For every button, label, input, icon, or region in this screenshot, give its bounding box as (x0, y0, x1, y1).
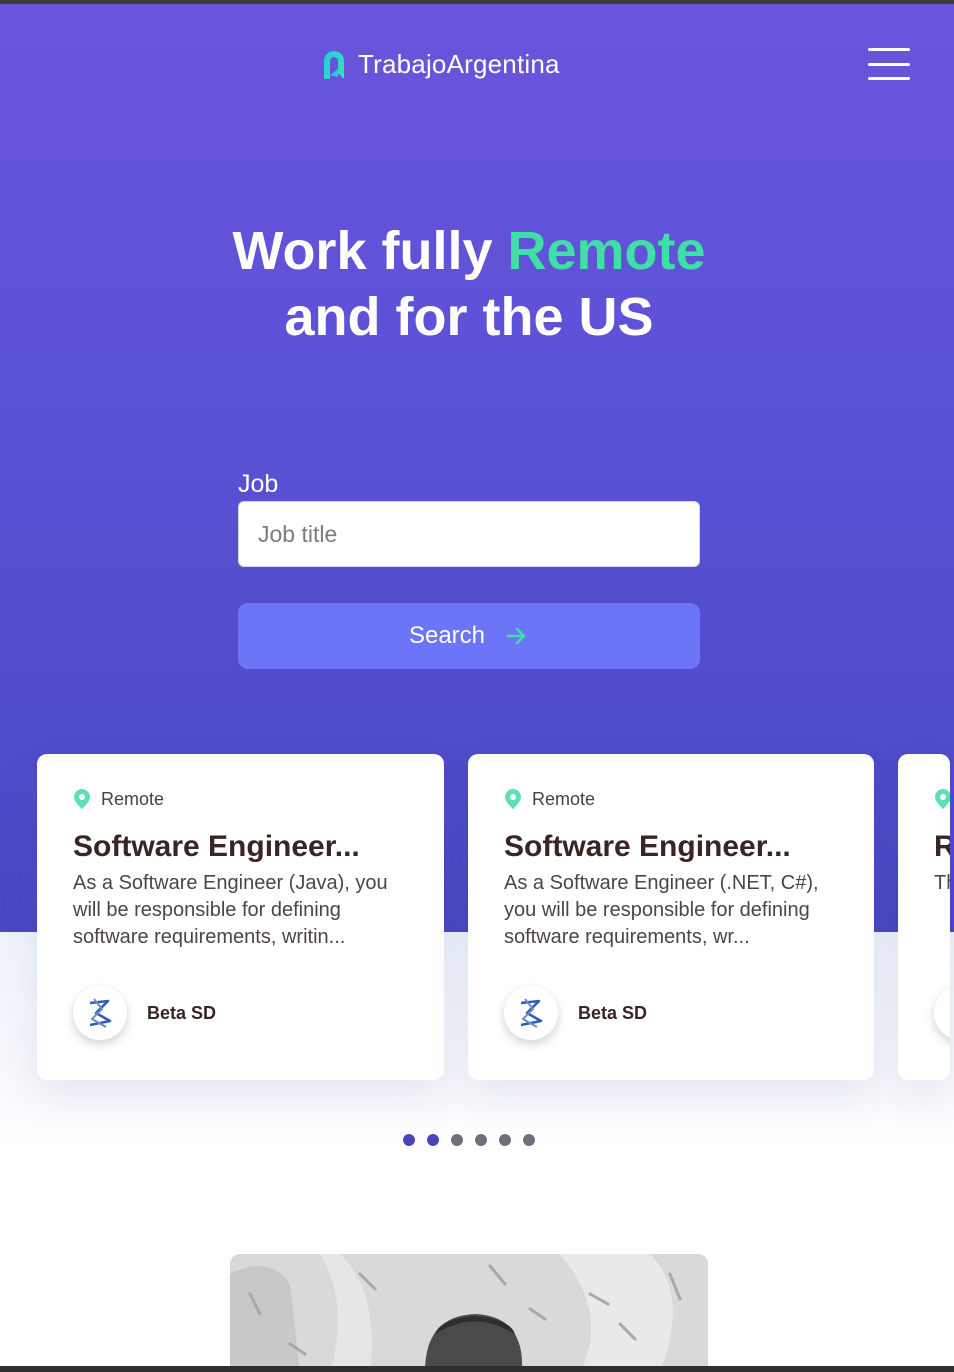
job-company: Beta SD (73, 986, 216, 1040)
job-location: Remote (504, 788, 595, 810)
bottom-border (0, 1366, 954, 1372)
job-location: Remote (73, 788, 164, 810)
job-card[interactable]: Remote Software Engineer... As a Softwar… (468, 754, 874, 1080)
job-description: As a Software Engineer (Java), you will … (73, 872, 388, 948)
brand-logo-link[interactable]: TrabajoArgentina (320, 46, 560, 82)
search-button-label: Search (408, 622, 486, 649)
job-company: Beta SD (504, 986, 647, 1040)
job-description: As a Software Engineer (.NET, C#), you w… (504, 872, 819, 948)
job-title-input[interactable] (238, 501, 700, 567)
headline-line2: and for the US (284, 287, 654, 347)
carousel-dot[interactable] (451, 1134, 463, 1146)
carousel-dot[interactable] (475, 1134, 487, 1146)
brand-logo-icon (324, 51, 344, 79)
carousel-dots (403, 1134, 535, 1146)
job-card[interactable]: R Th kn Ra (898, 754, 950, 1080)
job-location-text: Remote (532, 788, 596, 809)
profile-photo (230, 1254, 708, 1372)
company-name: Beta SD (578, 1002, 648, 1023)
beta-sd-logo-icon (943, 995, 950, 1031)
hero-headline: Work fully Remote and for the US (0, 218, 938, 350)
carousel-dot[interactable] (499, 1134, 511, 1146)
job-title[interactable]: R (934, 830, 950, 864)
job-company (934, 986, 950, 1040)
job-description: Th kn Ra (934, 872, 950, 894)
location-pin-icon (74, 789, 90, 809)
company-logo (73, 986, 127, 1040)
arrow-right-icon (506, 627, 526, 645)
job-location-text: Remote (101, 788, 165, 809)
beta-sd-logo-icon (89, 998, 112, 1028)
location-pin-icon (935, 789, 950, 809)
brand-name: TrabajoArgentina (358, 48, 560, 79)
carousel-dot[interactable] (427, 1134, 439, 1146)
carousel-dot[interactable] (523, 1134, 535, 1146)
beta-sd-logo-icon (520, 998, 543, 1028)
job-card[interactable]: Remote Software Engineer... As a Softwar… (37, 754, 444, 1080)
job-field-label: Job (238, 470, 279, 498)
job-title[interactable]: Software Engineer... (73, 830, 360, 864)
carousel-dot[interactable] (403, 1134, 415, 1146)
headline-part1: Work fully (232, 221, 508, 281)
company-name: Beta SD (147, 1002, 217, 1023)
headline-accent: Remote (507, 221, 706, 281)
hamburger-menu-icon[interactable] (868, 48, 910, 80)
company-logo (934, 986, 950, 1040)
job-location (934, 788, 950, 810)
search-button[interactable]: Search (238, 603, 700, 669)
job-title[interactable]: Software Engineer... (504, 830, 791, 864)
company-logo (504, 986, 558, 1040)
location-pin-icon (505, 789, 521, 809)
